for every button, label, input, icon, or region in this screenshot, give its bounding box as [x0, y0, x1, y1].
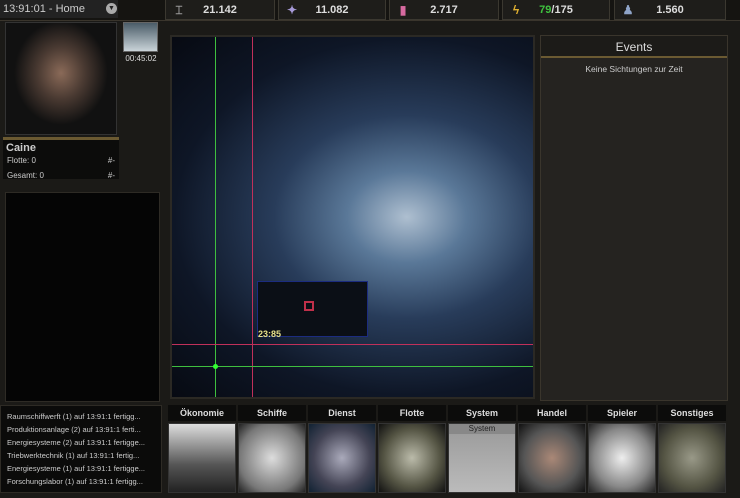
nav-image [518, 423, 586, 493]
nav-spieler[interactable]: Spieler [588, 405, 656, 495]
nav-label: Schiffe [238, 405, 306, 421]
log-item[interactable]: Forschungslabor (1) auf 13:91:1 fertigg.… [7, 477, 161, 490]
nav-image [378, 423, 446, 493]
nav-image [168, 423, 236, 493]
build-timer: 00:45:02 [125, 54, 157, 63]
total-label: Gesamt: 0 [7, 171, 44, 180]
resource-energy: ϟ 79/175 [502, 0, 610, 20]
home-marker[interactable] [213, 364, 218, 369]
nav-label: Dienst [308, 405, 376, 421]
build-log: Raumschiffwerft (1) auf 13:91:1 fertigg.… [0, 405, 162, 493]
log-item[interactable]: Raumschiffwerft (1) auf 13:91:1 fertigg.… [7, 412, 161, 425]
metal-beam-icon: ⌶ [175, 3, 183, 17]
resource-vial: ▮ 2.717 [389, 0, 499, 20]
resource-value: 2.717 [430, 4, 458, 16]
resource-metal: ⌶ 21.142 [165, 0, 275, 20]
build-queue-thumbnail[interactable] [123, 22, 158, 52]
player-avatar[interactable] [5, 22, 117, 135]
target-marker[interactable] [304, 301, 314, 311]
left-panel [5, 192, 160, 402]
chevron-down-icon[interactable]: ▼ [106, 3, 117, 14]
log-item[interactable]: Triebwerktechnik (1) auf 13:91:1 fertig.… [7, 451, 161, 464]
map-coordinates: 23:85 [258, 329, 282, 339]
log-item[interactable]: Produktionsanlage (2) auf 13:91:1 ferti.… [7, 425, 161, 438]
total-rank: #- [107, 171, 115, 180]
nav-image [238, 423, 306, 493]
log-item[interactable]: Energiesysteme (1) auf 13:91:1 fertigge.… [7, 464, 161, 477]
vial-icon: ▮ [399, 3, 407, 17]
red-horizontal-line [172, 344, 533, 345]
nav-sonstiges[interactable]: Sonstiges [658, 405, 726, 495]
resource-value: 11.082 [315, 4, 349, 16]
player-name: Caine [6, 142, 36, 154]
nav-image [658, 423, 726, 493]
fleet-rank: #- [107, 156, 115, 165]
player-info: Caine Flotte: 0 #- Gesamt: 0 #- [3, 137, 119, 180]
resource-crystal: ✦ 11.082 [278, 0, 386, 20]
fleet-label: Flotte: 0 [7, 156, 36, 165]
nav-oekonomie[interactable]: Ökonomie [168, 405, 236, 495]
nav-label: Sonstiges [658, 405, 726, 421]
total-row: Gesamt: 0 #- [3, 167, 119, 180]
fleet-row: Flotte: 0 #- [3, 154, 119, 167]
nav-label: Ökonomie [168, 405, 236, 421]
resource-value: 1.560 [656, 4, 684, 16]
nav-system[interactable]: System System [448, 405, 516, 495]
events-panel: Events Keine Sichtungen zur Zeit [540, 35, 728, 401]
green-horizontal-line [172, 366, 533, 367]
crystal-icon: ✦ [286, 3, 298, 17]
nav-image [308, 423, 376, 493]
resource-value: 21.142 [203, 4, 237, 16]
events-title: Events [541, 36, 727, 58]
nav-label: Spieler [588, 405, 656, 421]
energy-icon: ϟ [512, 3, 520, 17]
nav-sublabel: System [449, 424, 515, 434]
nav-image [588, 423, 656, 493]
energy-total: /175 [551, 4, 573, 16]
location-select[interactable]: 13:91:01 - Home [0, 0, 118, 18]
nav-schiffe[interactable]: Schiffe [238, 405, 306, 495]
population-icon: ♟ [622, 3, 634, 17]
energy-used: 79 [539, 4, 552, 16]
events-message: Keine Sichtungen zur Zeit [585, 64, 683, 74]
nav-label: System [448, 405, 516, 421]
resource-population: ♟ 1.560 [614, 0, 726, 20]
nav-handel[interactable]: Handel [518, 405, 586, 495]
nav-image: System [448, 423, 516, 493]
nav-label: Flotte [378, 405, 446, 421]
nav-dienst[interactable]: Dienst [308, 405, 376, 495]
galaxy-map[interactable]: 23:85 [170, 35, 535, 399]
nav-flotte[interactable]: Flotte [378, 405, 446, 495]
log-item[interactable]: Energiesysteme (2) auf 13:91:1 fertigge.… [7, 438, 161, 451]
location-label: 13:91:01 - Home [3, 3, 85, 15]
nav-label: Handel [518, 405, 586, 421]
